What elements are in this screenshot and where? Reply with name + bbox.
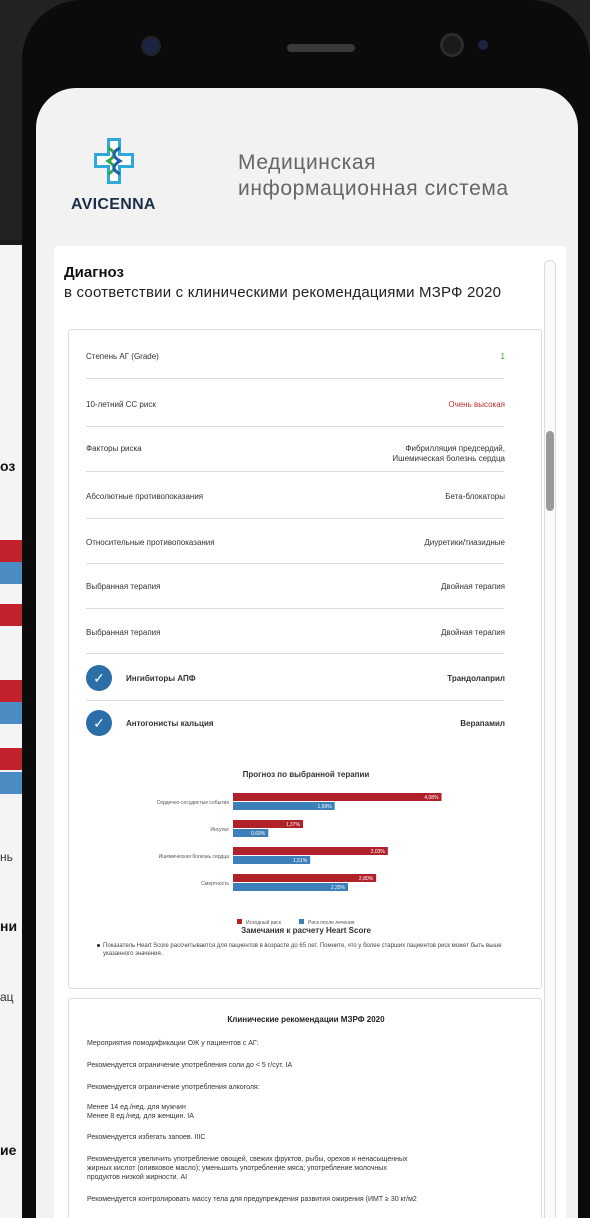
drug-name: Трандолаприл bbox=[447, 674, 505, 683]
recommendation-line: Рекомендуется избегать запоев. IIIC bbox=[87, 1134, 206, 1141]
background-text: ни bbox=[0, 918, 18, 934]
background-red-strip bbox=[0, 680, 22, 702]
data-label: 1,99% bbox=[318, 804, 333, 810]
divider bbox=[86, 426, 504, 427]
prognosis-bar-chart: Сердечно-сосудистые события 4,08% 1,99% Инс… bbox=[157, 793, 442, 926]
background-blue-strip bbox=[0, 562, 22, 584]
row-value: Двойная терапия bbox=[441, 628, 505, 637]
notes-title: Замечания к расчету Heart Score bbox=[241, 926, 371, 935]
bar bbox=[233, 847, 388, 855]
row-label: Степень АГ (Grade) bbox=[86, 352, 159, 361]
row-value: 1 bbox=[500, 352, 505, 361]
background-blue-strip bbox=[0, 702, 22, 724]
app-title-line: Медицинская bbox=[238, 151, 377, 174]
app-screen: AVICENNA Медицинская информационная сист… bbox=[36, 88, 578, 1218]
data-label: 2,80% bbox=[359, 876, 374, 882]
recommendation-line: Рекомендуется ограничение употребления с… bbox=[87, 1062, 293, 1069]
recommendation-line: продуктов низкой жирности. AI bbox=[87, 1174, 188, 1181]
background-text: оз bbox=[0, 458, 16, 474]
category-label: Смертность bbox=[201, 881, 229, 887]
recommendation-line: Рекомендуется контролировать массу тела … bbox=[87, 1196, 417, 1203]
recommendations-card: Клинические рекомендации МЗРФ 2020 Мероп… bbox=[68, 998, 542, 1218]
row-label: Относительные противопоказания bbox=[86, 538, 215, 547]
row-value: Бета-блокаторы bbox=[445, 492, 505, 501]
category-label: Сердечно-сосудистые события bbox=[157, 800, 230, 806]
recommendation-line: Мероприятия помодификации ОЖ у пациентов… bbox=[87, 1040, 259, 1047]
diagnosis-title: Диагноз bbox=[64, 264, 124, 281]
category-label: Инсульт bbox=[210, 827, 229, 833]
checkmark-icon[interactable]: ✓ bbox=[86, 710, 112, 736]
background-text: нь bbox=[0, 850, 13, 864]
divider bbox=[86, 608, 504, 609]
scrollbar[interactable] bbox=[544, 260, 556, 1218]
row-value-line: Ишемическая болезнь сердца bbox=[392, 454, 505, 463]
background-text: ие bbox=[0, 1142, 17, 1158]
sensor-icon bbox=[478, 40, 488, 50]
diagnosis-subtitle: в соответствии с клиническими рекомендац… bbox=[64, 284, 502, 301]
row-value-line: Фибрилляция предсердий, bbox=[405, 444, 505, 453]
divider bbox=[86, 653, 504, 654]
app-title-line: информационная система bbox=[238, 177, 509, 200]
divider bbox=[86, 378, 504, 379]
recommendation-line: жирных кислот (оливковое масло); уменьши… bbox=[87, 1165, 387, 1172]
bullet-icon bbox=[97, 944, 100, 947]
recommendation-line: Рекомендуется ограничение употребления а… bbox=[87, 1084, 260, 1091]
row-label: Выбранная терапия bbox=[86, 582, 161, 591]
divider bbox=[86, 471, 504, 472]
sensor-icon bbox=[443, 36, 461, 54]
logo-text: AVICENNA bbox=[71, 196, 156, 213]
divider bbox=[86, 700, 504, 701]
drug-class-label: Ингибиторы АПФ bbox=[126, 674, 196, 683]
data-label: 1,37% bbox=[286, 822, 301, 828]
recommendation-line: Менее 8 ед./нед. для женщин. IA bbox=[87, 1113, 194, 1120]
legend-label: Исходный риск bbox=[246, 919, 282, 926]
background-red-strip bbox=[0, 540, 22, 562]
notes-text: Показатель Heart Score рассчитывается дл… bbox=[103, 943, 502, 957]
row-label: Выбранная терапия bbox=[86, 628, 161, 637]
category-label: Ишемическая болезнь сердца bbox=[159, 854, 230, 860]
drug-name: Верапамил bbox=[460, 719, 505, 728]
speaker-grille bbox=[287, 44, 355, 52]
bar bbox=[233, 874, 377, 882]
data-label: 0,69% bbox=[251, 831, 266, 837]
recommendation-line: Рекомендуется увеличить употребление ово… bbox=[87, 1156, 408, 1163]
checkmark-icon[interactable]: ✓ bbox=[86, 665, 112, 691]
legend-swatch bbox=[237, 919, 242, 924]
front-camera-icon bbox=[143, 38, 159, 54]
drug-class-label: Антогонисты кальция bbox=[126, 719, 214, 728]
diagnosis-card: Диагноз в соответствии с клиническими ре… bbox=[54, 246, 566, 1218]
data-label: 4,08% bbox=[424, 795, 439, 801]
data-label: 3,03% bbox=[371, 849, 386, 855]
row-label: Факторы риска bbox=[86, 444, 142, 453]
row-value: Диуретики/тиазидные bbox=[424, 538, 505, 547]
bar bbox=[233, 793, 442, 801]
medical-cross-logo-icon bbox=[94, 138, 134, 184]
background-text: ац bbox=[0, 990, 14, 1004]
scrollbar-thumb[interactable] bbox=[546, 431, 554, 511]
phone-frame: AVICENNA Медицинская информационная сист… bbox=[22, 0, 590, 1218]
chart-title: Прогноз по выбранной терапии bbox=[242, 770, 370, 779]
row-value: Фибрилляция предсердий, Ишемическая боле… bbox=[392, 444, 505, 464]
legend-swatch bbox=[299, 919, 304, 924]
data-label: 2,25% bbox=[331, 885, 346, 891]
row-value: Двойная терапия bbox=[441, 582, 505, 591]
background-red-strip bbox=[0, 748, 22, 770]
recommendations-title: Клинические рекомендации МЗРФ 2020 bbox=[227, 1015, 385, 1024]
row-label: Абсолютные противопоказания bbox=[86, 492, 204, 501]
row-label: 10-летний СС риск bbox=[86, 400, 156, 409]
data-label: 1,51% bbox=[293, 858, 308, 864]
divider bbox=[86, 518, 504, 519]
background-red-strip bbox=[0, 604, 22, 626]
diagnosis-details: Степень АГ (Grade) 1 10-летний СС риск О… bbox=[68, 329, 542, 989]
background-blue-strip bbox=[0, 772, 22, 794]
app-header: AVICENNA Медицинская информационная сист… bbox=[36, 88, 578, 238]
app-title: Медицинская информационная система bbox=[238, 150, 509, 202]
row-value: Очень высокая bbox=[448, 400, 505, 409]
divider bbox=[86, 563, 504, 564]
recommendation-line: Менее 14 ед./нед. для мужчин bbox=[87, 1104, 186, 1111]
